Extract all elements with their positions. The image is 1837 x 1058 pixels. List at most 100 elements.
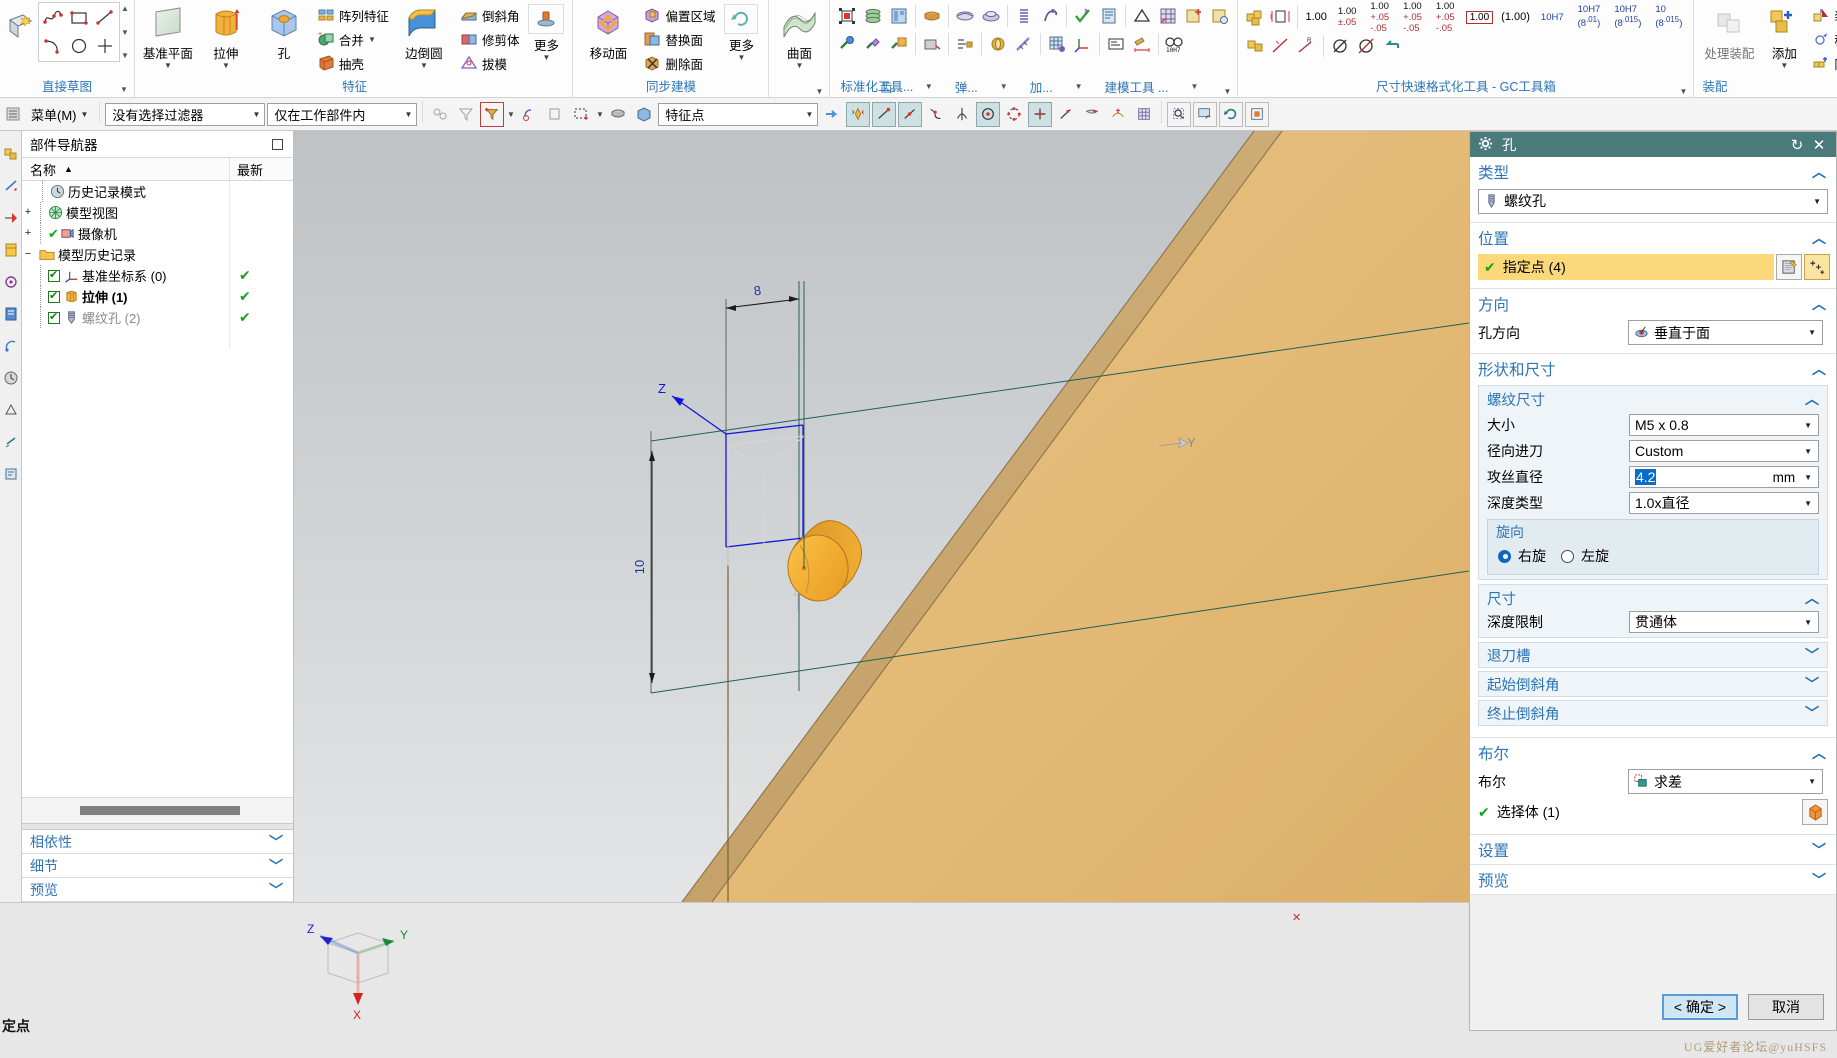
csys-small-icon[interactable] xyxy=(1070,30,1096,58)
expand-toggle[interactable]: − xyxy=(22,249,34,260)
snap-quadrant-icon[interactable] xyxy=(1002,102,1026,127)
section-preview[interactable]: 预览 ﹀ xyxy=(1470,865,1836,895)
chevron-down-icon[interactable]: ▼ xyxy=(1805,328,1819,337)
snap-point-on-curve-icon[interactable] xyxy=(1054,102,1078,127)
dim-fit-10h7[interactable]: 10H7 xyxy=(1534,4,1571,30)
select-general-icon[interactable] xyxy=(428,102,452,127)
boolean-operation-combo[interactable]: 求差 ▼ xyxy=(1628,769,1823,794)
spring-coil-icon[interactable] xyxy=(1011,2,1037,30)
select-within-icon[interactable] xyxy=(517,102,541,127)
expand-toggle[interactable]: + xyxy=(22,207,34,218)
feature-enable-checkbox[interactable] xyxy=(48,310,60,324)
chevron-down-icon[interactable]: ﹀ xyxy=(1805,703,1819,723)
close-view-icon[interactable]: ✕ xyxy=(1292,911,1301,924)
snap-point-combo[interactable]: 特征点 ▼ xyxy=(658,102,819,126)
table-row[interactable]: + ✔ 摄像机 xyxy=(22,223,293,244)
dim-boxed[interactable]: 1.00 xyxy=(1462,4,1497,30)
snap-two-curve-icon[interactable] xyxy=(1106,102,1130,127)
subsection-header-size[interactable]: 尺寸 ︿ xyxy=(1479,585,1827,611)
add-component-button[interactable]: 添加 ▼ xyxy=(1760,2,1808,70)
shell-button[interactable]: 抽壳 xyxy=(313,51,392,75)
depth-type-combo[interactable]: 1.0x直径 ▼ xyxy=(1629,492,1819,514)
feature-enable-checkbox[interactable] xyxy=(48,268,60,282)
point-tool-icon[interactable] xyxy=(92,32,118,60)
std-stack-icon[interactable] xyxy=(860,2,886,30)
grid-add-icon[interactable] xyxy=(1044,30,1070,58)
dim-tol-3[interactable]: 1.00 +.05 -.05 xyxy=(1396,1,1429,34)
face-select-icon[interactable] xyxy=(606,102,630,127)
selection-filter-combo[interactable]: 没有选择过滤器 ▼ xyxy=(105,102,266,126)
dim-ref[interactable]: (1.00) xyxy=(1497,4,1534,30)
hole-button[interactable]: 孔 xyxy=(255,2,313,62)
chamfer-button[interactable]: 倒斜角 xyxy=(456,3,523,27)
rectangle-select-icon[interactable] xyxy=(569,102,593,127)
circle-tool-icon[interactable] xyxy=(66,32,92,60)
diameter-icon[interactable] xyxy=(1327,32,1353,60)
chevron-down-icon[interactable]: ▼ xyxy=(1810,197,1824,206)
table-row[interactable]: − 模型历史记录 xyxy=(22,244,293,265)
move-face-button[interactable]: 移动面 xyxy=(577,2,639,62)
grid-table-icon[interactable] xyxy=(1155,2,1181,30)
column-header-name[interactable]: 名称 ▲ xyxy=(22,158,230,180)
rect-select-dropdown-icon[interactable]: ▼ xyxy=(595,110,604,119)
solid-body-icon[interactable] xyxy=(1802,799,1828,825)
sketch-point-icon[interactable] xyxy=(1776,254,1802,280)
std-assembly-icon[interactable] xyxy=(886,30,912,58)
tolerance-10h7-icon[interactable]: 10H7 xyxy=(1162,30,1188,58)
section-header-boolean[interactable]: 布尔 ︿ xyxy=(1470,738,1836,767)
gear-spur-icon[interactable] xyxy=(952,2,978,30)
chevron-up-icon[interactable]: ︿ xyxy=(1812,294,1826,314)
menu-icon[interactable] xyxy=(3,106,23,122)
process-assembly-button[interactable]: 处理装配 xyxy=(1698,2,1760,62)
selection-filter-active-icon[interactable] xyxy=(480,101,505,127)
plus-expander-icon[interactable]: ▼ xyxy=(1075,82,1083,91)
dim-text-icon[interactable]: R xyxy=(1294,32,1320,60)
selection-clear-filter-icon[interactable] xyxy=(454,102,478,127)
depth-limit-combo[interactable]: 贯通体 ▼ xyxy=(1629,611,1819,633)
add-datum-icon[interactable] xyxy=(1181,2,1207,30)
chevron-down-icon[interactable]: ﹀ xyxy=(269,880,283,900)
specify-point-selector[interactable]: ✔ 指定点 (4) xyxy=(1478,254,1774,280)
section-header-preview[interactable]: 预览 ﹀ xyxy=(1470,865,1836,894)
table-row[interactable]: 历史记录模式 xyxy=(22,181,293,202)
chevron-down-icon[interactable]: ﹀ xyxy=(1812,870,1826,890)
chevron-down-icon[interactable]: ▼ xyxy=(1801,499,1815,508)
add-component-dropdown-icon[interactable]: ▼ xyxy=(1780,62,1788,70)
delete-face-button[interactable]: 删除面 xyxy=(639,51,718,75)
surface-button[interactable]: 曲面 ▼ xyxy=(773,2,825,70)
chevron-up-icon[interactable]: ︿ xyxy=(1812,162,1826,182)
chevron-up-icon[interactable]: ︿ xyxy=(1812,228,1826,248)
selection-filter-chevron-icon[interactable]: ▼ xyxy=(253,110,261,119)
datum-plane-button[interactable]: 基准平面 ▼ xyxy=(139,2,197,70)
snap-arc-center-icon[interactable] xyxy=(976,101,1001,127)
surface-group-expander-icon[interactable]: ▼ xyxy=(816,82,824,97)
replace-face-button[interactable]: 替换面 xyxy=(639,27,718,51)
broadcast-icon[interactable] xyxy=(2,337,20,355)
model-3d-view[interactable]: 8 10 Z Y xyxy=(294,131,1469,902)
std-plate-icon[interactable] xyxy=(919,2,945,30)
constraint-navigator-icon[interactable] xyxy=(2,177,20,195)
add-points-icon[interactable] xyxy=(1804,254,1830,280)
radio-right-hand[interactable] xyxy=(1498,549,1511,563)
reuse-library-icon[interactable] xyxy=(2,241,20,259)
subsection-end-chamfer[interactable]: 终止倒斜角 ﹀ xyxy=(1478,700,1828,726)
gear-rack-icon[interactable] xyxy=(952,30,978,58)
section-header-type[interactable]: 类型 ︿ xyxy=(1470,157,1836,186)
gc-group-expander-icon[interactable]: ▼ xyxy=(1679,82,1687,97)
rectangle-tool-icon[interactable] xyxy=(66,4,92,32)
snap-point-chevron-icon[interactable]: ▼ xyxy=(806,110,814,119)
table-row[interactable]: 螺纹孔 (2) ✔ xyxy=(22,307,293,328)
column-header-uptodate[interactable]: 最新 xyxy=(230,158,293,180)
sketch-in-task-icon[interactable] xyxy=(4,2,38,50)
std-plate-tool-icon[interactable] xyxy=(919,30,945,58)
unite-button[interactable]: + 合并 ▼ xyxy=(313,27,392,51)
chevron-up-icon[interactable]: ︿ xyxy=(1805,389,1819,409)
sketch-gallery-scroll[interactable]: ▲ ▼ ▼ xyxy=(120,2,130,62)
accord​ion-preview[interactable]: 预览 ﹀ xyxy=(22,878,293,902)
spring-wave-icon[interactable] xyxy=(985,30,1011,58)
expand-toggle[interactable]: + xyxy=(22,228,34,239)
radial-engagement-combo[interactable]: Custom ▼ xyxy=(1629,440,1819,462)
spring-torsion-icon[interactable] xyxy=(1037,2,1063,30)
assembly-constraint-button[interactable]: 装配约束 xyxy=(1808,3,1837,27)
check-valid-icon[interactable] xyxy=(1070,2,1096,30)
